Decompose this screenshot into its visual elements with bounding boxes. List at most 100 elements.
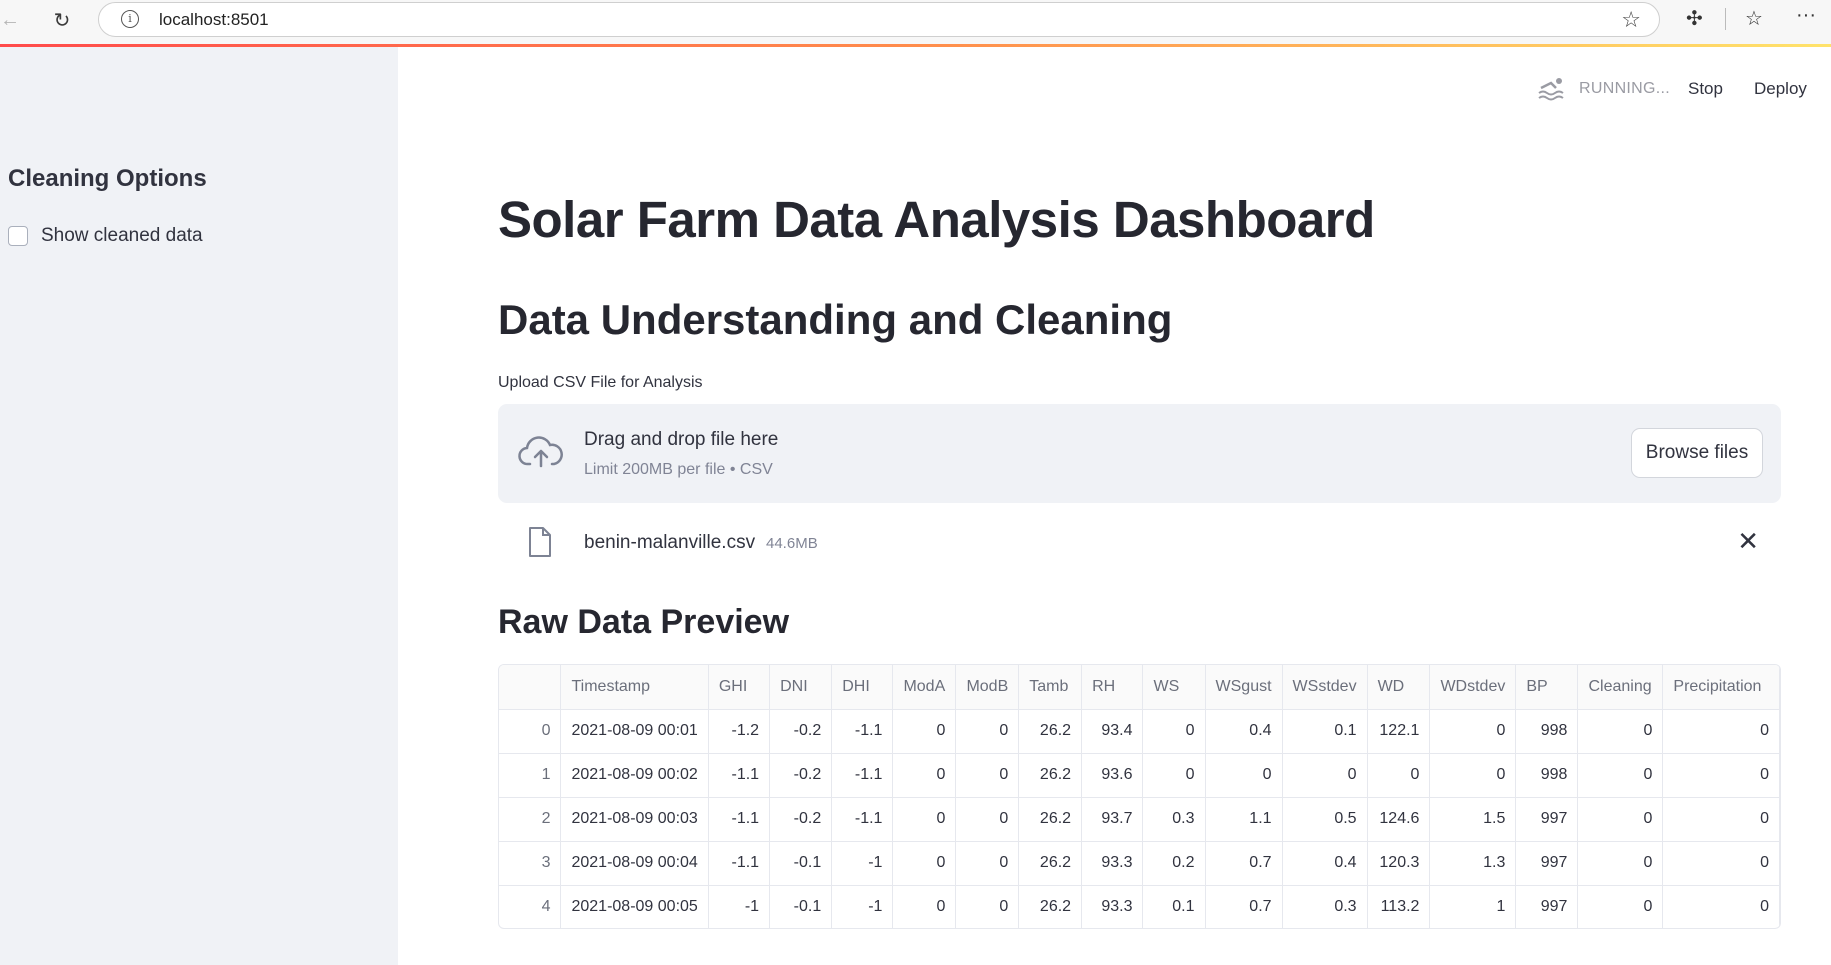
table-cell[interactable]: 0 [1429,709,1517,754]
table-row[interactable]: 3 2021-08-09 00:04 -1.1 -0.1 -1 0 0 26.2 93.3 0.2… [499,841,1780,886]
table-cell[interactable]: 2021-08-09 00:04 [560,841,709,886]
table-cell[interactable]: 0 [1577,797,1664,842]
row-index[interactable]: 4 [499,885,562,928]
table-cell[interactable]: 0.4 [1282,841,1368,886]
column-header[interactable]: Cleaning [1577,665,1664,710]
table-cell[interactable]: 0 [892,753,957,798]
table-cell[interactable]: 0 [1142,753,1206,798]
column-header[interactable] [499,665,562,710]
row-index[interactable]: 1 [499,753,562,798]
table-cell[interactable]: -0.1 [769,885,833,928]
address-url[interactable]: localhost:8501 [159,10,269,30]
table-cell[interactable]: 0 [1282,753,1368,798]
table-row[interactable]: 0 2021-08-09 00:01 -1.2 -0.2 -1.1 0 0 26.2 93.4 0… [499,709,1780,754]
table-cell[interactable]: 998 [1515,753,1579,798]
column-header[interactable]: Tamb [1018,665,1083,710]
table-cell[interactable]: 26.2 [1018,709,1083,754]
table-cell[interactable]: 120.3 [1367,841,1431,886]
table-cell[interactable]: 0 [1205,753,1283,798]
table-cell[interactable]: 0 [1429,753,1517,798]
table-cell[interactable]: -1.1 [708,753,771,798]
table-cell[interactable]: -0.2 [769,709,833,754]
column-header[interactable]: ModA [892,665,957,710]
table-cell[interactable]: 26.2 [1018,753,1083,798]
table-cell[interactable]: 0 [1367,753,1431,798]
table-cell[interactable]: 0.7 [1205,885,1283,928]
table-cell[interactable]: 26.2 [1018,841,1083,886]
table-cell[interactable]: 0 [1577,709,1664,754]
table-cell[interactable]: -1.1 [831,709,894,754]
row-index[interactable]: 3 [499,841,562,886]
table-cell[interactable]: 93.3 [1081,885,1144,928]
raw-data-table[interactable]: Timestamp GHI DNI DHI ModA ModB Tamb RH WS WSgust… [498,664,1781,929]
table-cell[interactable]: -0.2 [769,797,833,842]
table-cell[interactable]: -1.1 [708,841,771,886]
column-header[interactable]: Precipitation [1662,665,1780,710]
table-cell[interactable]: -1.1 [708,797,771,842]
table-cell[interactable]: 124.6 [1367,797,1431,842]
table-cell[interactable]: 0 [1662,885,1780,928]
reload-icon[interactable]: ↻ [48,6,76,34]
column-header[interactable]: ModB [955,665,1020,710]
table-cell[interactable]: 0.3 [1142,797,1206,842]
table-cell[interactable]: 122.1 [1367,709,1431,754]
table-cell[interactable]: 0.7 [1205,841,1283,886]
file-dropzone[interactable]: Drag and drop file here Limit 200MB per … [498,404,1781,503]
table-cell[interactable]: 0.3 [1282,885,1368,928]
column-header[interactable]: BP [1515,665,1579,710]
table-cell[interactable]: 93.3 [1081,841,1144,886]
column-header[interactable]: WD [1367,665,1431,710]
favorites-icon[interactable]: ☆ [1745,6,1763,31]
table-cell[interactable]: 0.5 [1282,797,1368,842]
column-header[interactable]: GHI [708,665,771,710]
back-icon[interactable]: ← [0,6,24,34]
table-cell[interactable]: 0 [1577,841,1664,886]
table-cell[interactable]: 0 [1577,753,1664,798]
column-header[interactable]: RH [1081,665,1144,710]
table-cell[interactable]: 2021-08-09 00:01 [560,709,709,754]
table-cell[interactable]: -0.1 [769,841,833,886]
address-bar[interactable]: i localhost:8501 ☆ [98,2,1660,37]
table-cell[interactable]: 2021-08-09 00:02 [560,753,709,798]
column-header[interactable]: Timestamp [560,665,709,710]
table-cell[interactable]: 93.7 [1081,797,1144,842]
column-header[interactable]: WDstdev [1429,665,1517,710]
table-cell[interactable]: 0.1 [1282,709,1368,754]
table-cell[interactable]: 997 [1515,841,1579,886]
browse-files-button[interactable]: Browse files [1631,428,1763,478]
stop-button[interactable]: Stop [1688,79,1723,99]
row-index[interactable]: 2 [499,797,562,842]
table-cell[interactable]: 0 [955,885,1020,928]
table-cell[interactable]: -1.1 [831,753,894,798]
table-cell[interactable]: 997 [1515,797,1579,842]
table-cell[interactable]: 0 [955,797,1020,842]
table-cell[interactable]: 1.5 [1429,797,1517,842]
table-cell[interactable]: 0 [1142,709,1206,754]
remove-file-icon[interactable]: ✕ [1737,528,1759,554]
column-header[interactable]: DHI [831,665,894,710]
table-row[interactable]: 1 2021-08-09 00:02 -1.1 -0.2 -1.1 0 0 26.2 93.6 0… [499,753,1780,798]
table-cell[interactable]: 1 [1429,885,1517,928]
table-cell[interactable]: 0.4 [1205,709,1283,754]
table-cell[interactable]: -1.1 [831,797,894,842]
table-cell[interactable]: 93.4 [1081,709,1144,754]
favorite-star-icon[interactable]: ☆ [1621,7,1641,33]
table-cell[interactable]: 2021-08-09 00:05 [560,885,709,928]
table-cell[interactable]: 26.2 [1018,797,1083,842]
site-info-icon[interactable]: i [121,10,139,28]
table-cell[interactable]: 0 [1662,709,1780,754]
deploy-button[interactable]: Deploy [1754,79,1807,99]
table-cell[interactable]: 997 [1515,885,1579,928]
table-cell[interactable]: -1 [708,885,771,928]
column-header[interactable]: WS [1142,665,1206,710]
table-cell[interactable]: 113.2 [1367,885,1431,928]
table-cell[interactable]: 0.2 [1142,841,1206,886]
row-index[interactable]: 0 [499,709,562,754]
table-cell[interactable]: 93.6 [1081,753,1144,798]
table-row[interactable]: 4 2021-08-09 00:05 -1 -0.1 -1 0 0 26.2 93.3 0.1 0.… [499,885,1780,928]
table-cell[interactable]: -1.2 [708,709,771,754]
table-cell[interactable]: 2021-08-09 00:03 [560,797,709,842]
column-header[interactable]: DNI [769,665,833,710]
extensions-icon[interactable]: ✣ [1686,6,1703,31]
table-cell[interactable]: 0 [892,841,957,886]
